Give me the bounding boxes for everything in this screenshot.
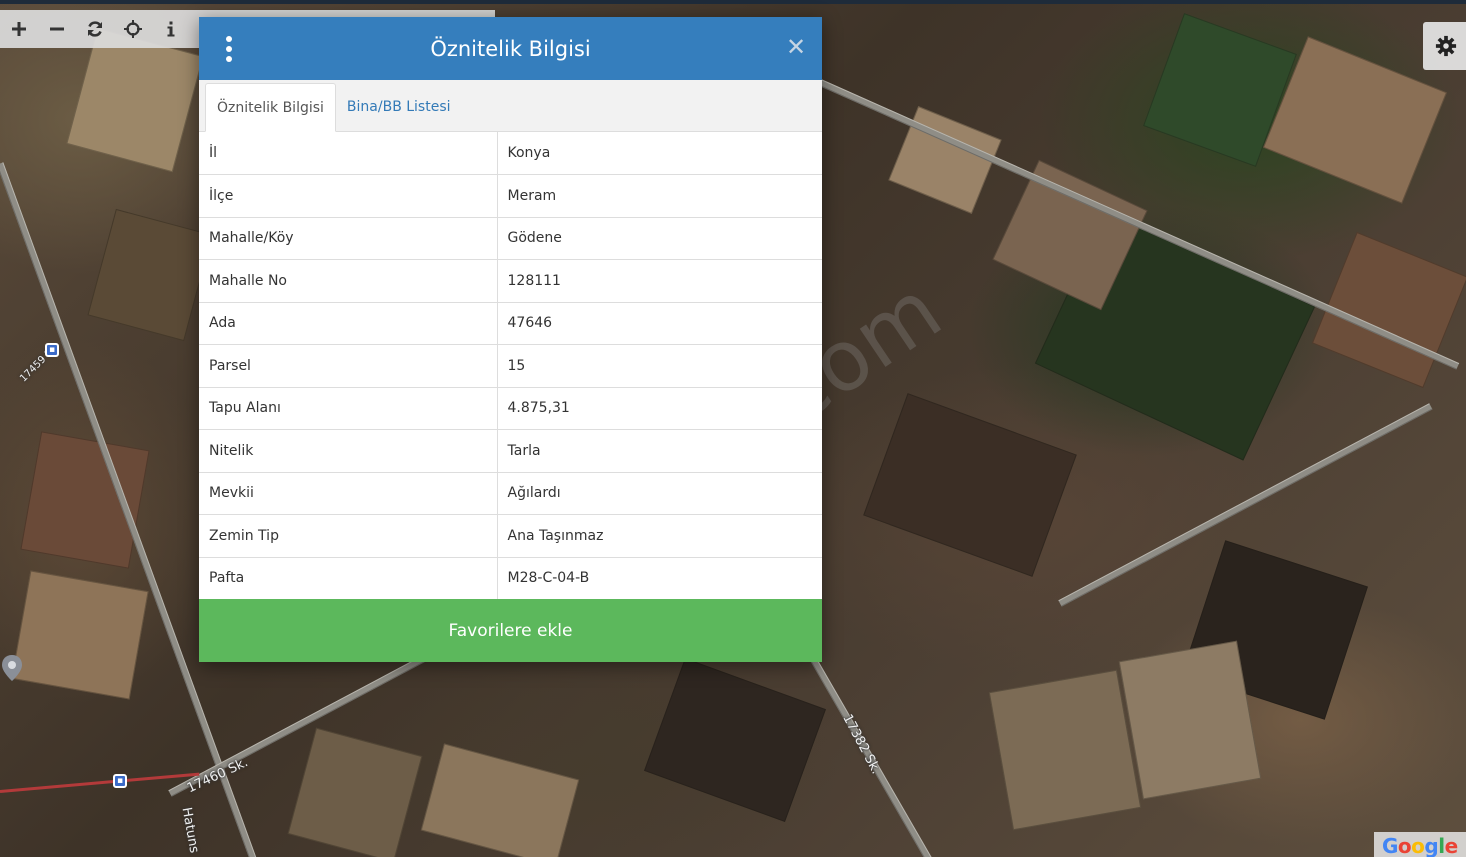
settings-button[interactable]	[1423, 22, 1466, 70]
street-label: Hatuns	[178, 806, 202, 855]
attribute-value: 47646	[497, 302, 822, 345]
attribute-key: Ada	[199, 302, 498, 345]
table-row: Mahalle/Köy Gödene	[199, 217, 822, 260]
table-row: İlçe Meram	[199, 174, 822, 218]
attribute-key: İlçe	[199, 174, 498, 218]
attribute-key: İl	[199, 132, 498, 175]
table-row: Tapu Alanı 4.875,31	[199, 387, 822, 430]
add-to-favorites-button[interactable]: Favorilere ekle	[199, 599, 822, 662]
zoom-out-button[interactable]	[38, 10, 76, 48]
field-patch	[644, 657, 826, 823]
attribute-key: Tapu Alanı	[199, 387, 498, 430]
map-pin-icon[interactable]	[2, 655, 22, 681]
attribute-key: Mevkii	[199, 472, 498, 515]
field-patch	[420, 743, 580, 857]
attribute-key: Mahalle/Köy	[199, 217, 498, 260]
locate-button[interactable]	[114, 10, 152, 48]
attribute-key: Pafta	[199, 557, 498, 600]
dialog-title: Öznitelik Bilgisi	[430, 36, 591, 61]
table-row: İl Konya	[199, 132, 822, 175]
table-row: Parsel 15	[199, 344, 822, 388]
tab-attribute-info[interactable]: Öznitelik Bilgisi	[205, 83, 336, 132]
attribute-info-dialog: Öznitelik Bilgisi ✕ Öznitelik Bilgisi Bi…	[199, 17, 822, 662]
field-patch	[20, 431, 150, 569]
field-patch	[988, 669, 1142, 831]
attribute-key: Mahalle No	[199, 259, 498, 303]
google-attribution: Google	[1374, 832, 1466, 857]
field-patch	[87, 208, 213, 342]
info-icon	[167, 21, 175, 37]
bus-stop-icon[interactable]: ▪	[113, 774, 127, 788]
table-row: Pafta M28-C-04-B	[199, 557, 822, 600]
top-strip	[0, 0, 1466, 4]
table-row: Zemin Tip Ana Taşınmaz	[199, 514, 822, 558]
attribute-value: Meram	[497, 174, 822, 218]
field-patch	[863, 393, 1077, 577]
close-icon[interactable]: ✕	[786, 35, 806, 59]
refresh-button[interactable]	[76, 10, 114, 48]
attribute-value: Tarla	[497, 429, 822, 473]
attribute-value: 128111	[497, 259, 822, 303]
attribute-key: Nitelik	[199, 429, 498, 473]
field-patch	[1118, 640, 1262, 800]
table-row: Ada 47646	[199, 302, 822, 345]
gear-icon	[1435, 35, 1457, 57]
crosshair-icon	[124, 20, 142, 38]
plus-icon	[12, 22, 26, 36]
attribute-value: 15	[497, 344, 822, 388]
attribute-value: Gödene	[497, 217, 822, 260]
table-row: Nitelik Tarla	[199, 429, 822, 473]
attribute-key: Zemin Tip	[199, 514, 498, 558]
field-patch	[11, 570, 149, 700]
field-patch	[287, 727, 423, 857]
attribute-value: M28-C-04-B	[497, 557, 822, 600]
info-button[interactable]	[152, 10, 190, 48]
attribute-value: 4.875,31	[497, 387, 822, 430]
street-label: 17382 Sk.	[839, 711, 884, 777]
dialog-header: Öznitelik Bilgisi ✕	[199, 17, 822, 80]
attribute-table: İl Konya İlçe Meram Mahalle/Köy Gödene Mahalle…	[199, 132, 822, 600]
minus-icon	[50, 27, 64, 31]
attribute-value: Ağılardı	[497, 472, 822, 515]
table-row: Mahalle No 128111	[199, 259, 822, 303]
refresh-icon	[88, 21, 102, 37]
zoom-in-button[interactable]	[0, 10, 38, 48]
attribute-key: Parsel	[199, 344, 498, 388]
field-patch	[66, 27, 204, 173]
bus-stop-icon[interactable]: ▪	[45, 343, 59, 357]
attribute-value: Ana Taşınmaz	[497, 514, 822, 558]
table-row: Mevkii Ağılardı	[199, 472, 822, 515]
dialog-tabs: Öznitelik Bilgisi Bina/BB Listesi	[199, 80, 822, 132]
tab-building-list[interactable]: Bina/BB Listesi	[336, 83, 462, 131]
attribute-value: Konya	[497, 132, 822, 175]
more-options-icon[interactable]	[221, 36, 237, 62]
